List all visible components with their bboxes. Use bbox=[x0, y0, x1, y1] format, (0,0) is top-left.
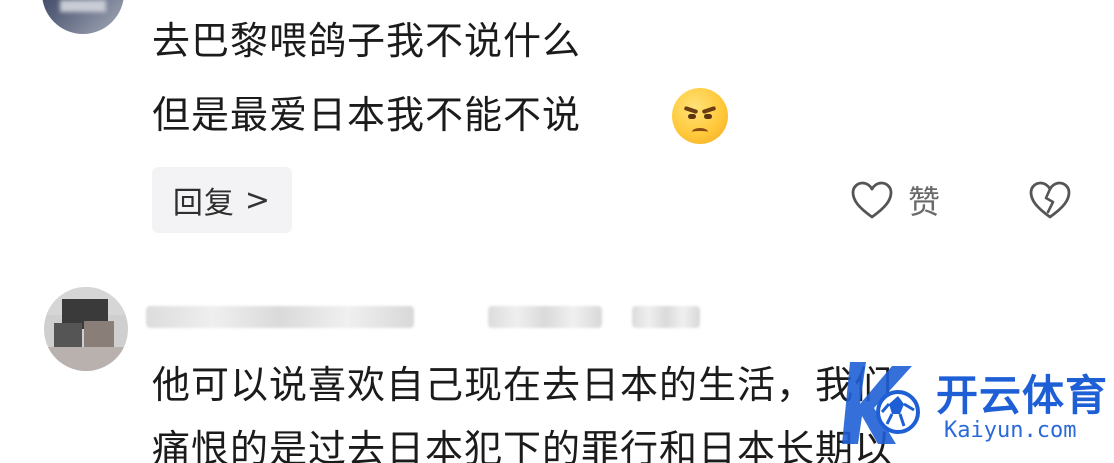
reply-label: 回复 bbox=[172, 186, 235, 221]
chevron-right-icon: > bbox=[244, 182, 272, 218]
like-button[interactable]: 赞 bbox=[850, 176, 940, 224]
reply-button[interactable]: 回复 > bbox=[152, 167, 292, 233]
annoyed-face-emoji bbox=[672, 88, 728, 144]
comment-text-line: 他可以说喜欢自己现在去日本的生活，我们 bbox=[152, 363, 894, 407]
avatar[interactable] bbox=[42, 0, 124, 34]
watermark-domain: Kaiyun.com bbox=[944, 418, 1077, 443]
username-blurred bbox=[146, 306, 414, 328]
heart-outline-icon bbox=[851, 181, 893, 219]
watermark-brand: 开云体育 bbox=[936, 371, 1109, 420]
comment-thread: 去巴黎喂鸽子我不说什么 但是最爱日本我不能不说 回复 > 赞 他可以说喜欢自己现… bbox=[0, 0, 1114, 463]
like-label: 赞 bbox=[908, 183, 941, 221]
meta-blurred bbox=[632, 306, 700, 328]
comment-text-line: 但是最爱日本我不能不说 bbox=[152, 93, 582, 137]
comment-text-line: 痛恨的是过去日本犯下的罪行和日本长期以 bbox=[152, 427, 894, 463]
watermark-logo bbox=[842, 362, 920, 444]
meta-blurred bbox=[488, 306, 602, 328]
comment-text-line: 去巴黎喂鸽子我不说什么 bbox=[152, 19, 582, 63]
avatar[interactable] bbox=[44, 287, 128, 371]
broken-heart-icon[interactable] bbox=[1028, 180, 1072, 220]
